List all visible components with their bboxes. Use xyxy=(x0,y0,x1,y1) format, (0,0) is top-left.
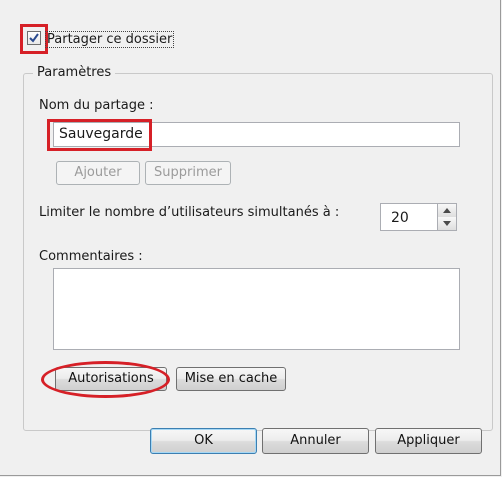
permissions-highlight-ellipse xyxy=(41,361,170,398)
cancel-button[interactable]: Annuler xyxy=(262,428,369,454)
user-limit-spinner xyxy=(437,203,457,231)
add-button[interactable]: Ajouter xyxy=(56,161,140,185)
apply-button[interactable]: Appliquer xyxy=(375,428,482,454)
user-limit-value: 20 xyxy=(391,210,409,226)
checkbox-highlight-box xyxy=(20,24,48,54)
share-name-highlight-box xyxy=(47,119,152,151)
comments-label: Commentaires : xyxy=(39,249,143,264)
spin-up-arrow-icon xyxy=(443,208,451,213)
caching-button[interactable]: Mise en cache xyxy=(176,367,286,391)
spin-down-button[interactable] xyxy=(438,217,456,230)
user-limit-label: Limiter le nombre d’utilisateurs simulta… xyxy=(39,205,340,220)
comments-textarea[interactable] xyxy=(53,268,460,350)
share-settings-dialog: Partager ce dossier Paramètres Nom du pa… xyxy=(0,0,501,476)
user-limit-input[interactable]: 20 xyxy=(380,203,438,231)
spin-up-button[interactable] xyxy=(438,204,456,218)
spin-down-arrow-icon xyxy=(443,221,451,226)
share-folder-label[interactable]: Partager ce dossier xyxy=(45,31,175,48)
settings-group-title: Paramètres xyxy=(33,65,116,80)
share-name-label: Nom du partage : xyxy=(39,98,154,113)
remove-button[interactable]: Supprimer xyxy=(145,161,231,185)
ok-button[interactable]: OK xyxy=(150,428,257,454)
